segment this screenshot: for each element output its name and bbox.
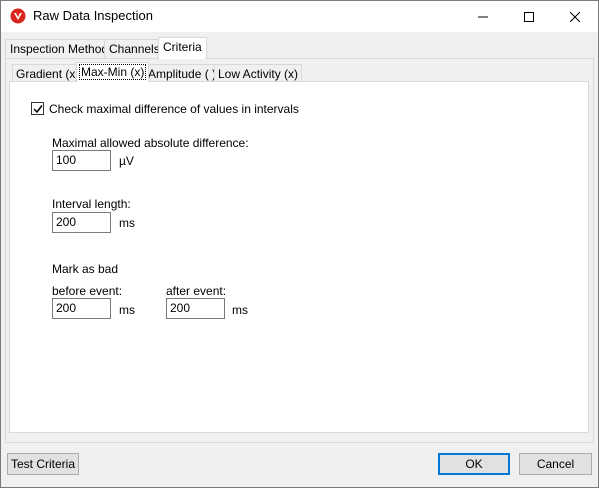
tab-max-min[interactable]: Max-Min (x) (76, 62, 150, 82)
tab-gradient[interactable]: Gradient (x) (12, 64, 84, 82)
tab-amplitude[interactable]: Amplitude ( ) (144, 64, 221, 82)
after-event-unit: ms (232, 303, 248, 317)
cancel-button[interactable]: Cancel (519, 453, 592, 475)
check-max-diff-checkbox[interactable] (31, 102, 44, 115)
minimize-button[interactable] (460, 1, 506, 32)
title-bar: Raw Data Inspection (1, 1, 598, 32)
after-event-label: after event: (166, 284, 227, 298)
interval-length-unit: ms (119, 216, 135, 230)
ok-button[interactable]: OK (438, 453, 510, 475)
max-diff-unit: µV (119, 154, 134, 168)
tab-channels[interactable]: Channels (104, 39, 165, 58)
test-criteria-button[interactable]: Test Criteria (7, 453, 79, 475)
before-event-input[interactable]: 200 (52, 298, 111, 319)
window-title: Raw Data Inspection (33, 8, 153, 23)
tab-criteria[interactable]: Criteria (158, 37, 207, 59)
max-diff-input[interactable]: 100 (52, 150, 111, 171)
tab-inspection-method[interactable]: Inspection Method (5, 39, 114, 58)
maximize-button[interactable] (506, 1, 552, 32)
dialog-window: Raw Data Inspection Inspection Method Ch… (0, 0, 599, 488)
close-button[interactable] (552, 1, 598, 32)
app-logo-icon (10, 8, 26, 24)
maximize-icon (524, 11, 534, 22)
before-event-label: before event: (52, 284, 123, 298)
after-event-input[interactable]: 200 (166, 298, 225, 319)
minimize-icon (478, 16, 488, 17)
max-min-panel (9, 81, 589, 433)
max-diff-label: Maximal allowed absolute difference: (52, 136, 249, 150)
before-event-unit: ms (119, 303, 135, 317)
tab-low-activity[interactable]: Low Activity (x) (214, 64, 303, 82)
tab-max-min-label: Max-Min (x) (78, 64, 147, 80)
close-icon (570, 11, 580, 22)
interval-length-label: Interval length: (52, 197, 131, 211)
check-max-diff-label: Check maximal difference of values in in… (49, 102, 299, 116)
checkmark-icon (33, 105, 43, 114)
mark-as-bad-label: Mark as bad (52, 262, 119, 276)
interval-length-input[interactable]: 200 (52, 212, 111, 233)
